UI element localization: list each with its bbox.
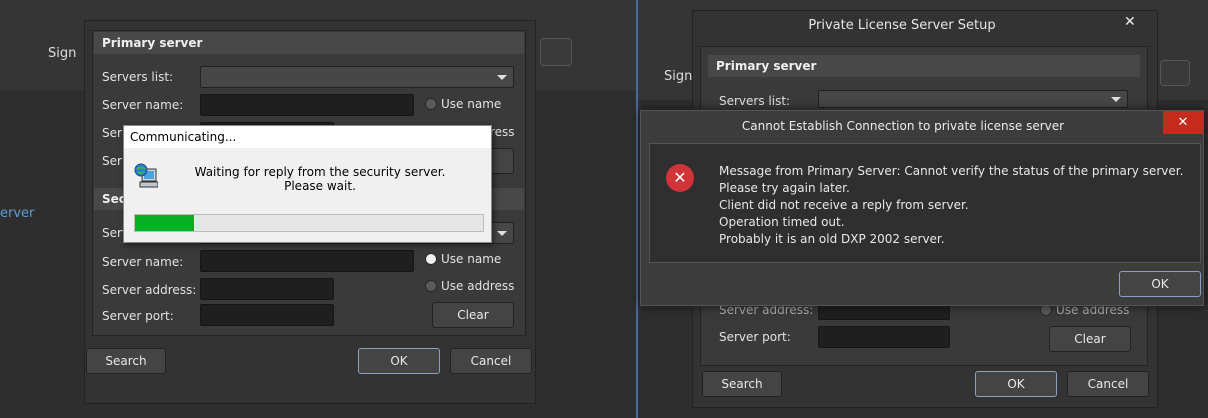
communicating-message-line1: Waiting for reply from the security serv… xyxy=(194,165,446,179)
side-nav-server-link[interactable]: erver xyxy=(0,206,34,221)
cancel-button[interactable]: Cancel xyxy=(450,348,532,374)
right-server-port-label: Server port: xyxy=(719,330,791,344)
ok-button[interactable]: OK xyxy=(358,348,440,374)
right-servers-list-combo[interactable] xyxy=(818,90,1128,108)
error-message-line: Probably it is an old DXP 2002 server. xyxy=(719,232,945,246)
sign-field[interactable] xyxy=(540,38,572,66)
right-search-button[interactable]: Search xyxy=(702,371,782,397)
secondary-server-name-field[interactable] xyxy=(200,250,414,272)
secondary-use-name-label: Use name xyxy=(441,252,502,266)
primary-servers-list-combo[interactable] xyxy=(200,66,514,88)
right-primary-server-header: Primary server xyxy=(708,55,1140,77)
primary-use-name-radio[interactable] xyxy=(425,98,437,110)
computer-globe-icon xyxy=(134,163,158,188)
chevron-down-icon xyxy=(497,75,507,80)
servers-list-label: Servers list: xyxy=(102,70,174,84)
right-ok-button[interactable]: OK xyxy=(975,371,1057,397)
error-ok-button[interactable]: OK xyxy=(1119,271,1201,297)
error-icon: ✕ xyxy=(666,164,694,192)
progress-fill xyxy=(135,215,195,231)
right-dialog-title: Private License Server Setup xyxy=(808,18,996,33)
right-servers-list-label: Servers list: xyxy=(719,94,791,108)
error-message-line: Client did not receive a reply from serv… xyxy=(719,198,969,212)
communicating-message-line2: Please wait. xyxy=(284,179,356,193)
server-name-label: Server name: xyxy=(102,98,184,112)
right-sign-label: Sign xyxy=(664,69,693,84)
secondary-use-name-radio[interactable] xyxy=(425,253,437,265)
primary-use-name-label: Use name xyxy=(441,97,502,111)
server-address-label: Ser xyxy=(102,126,122,140)
primary-server-name-field[interactable] xyxy=(200,94,414,116)
chevron-down-icon xyxy=(497,231,507,236)
secondary-use-address-radio[interactable] xyxy=(425,280,437,292)
primary-server-header: Primary server xyxy=(94,32,524,54)
secondary-server-port-label: Server port: xyxy=(102,309,174,323)
sign-label: Sign xyxy=(48,46,77,61)
error-dialog-title: Cannot Establish Connection to private l… xyxy=(741,119,1065,133)
right-cancel-button[interactable]: Cancel xyxy=(1067,371,1149,397)
primary-use-address-label: ress xyxy=(490,125,515,139)
search-button[interactable]: Search xyxy=(86,348,166,374)
secondary-clear-button[interactable]: Clear xyxy=(432,302,514,328)
secondary-server-address-field[interactable] xyxy=(200,278,334,300)
right-clear-button[interactable]: Clear xyxy=(1049,326,1131,352)
communicating-dialog: Communicating... Waiting for reply from … xyxy=(123,125,492,243)
communicating-progress-bar xyxy=(134,214,484,232)
right-server-port-field[interactable] xyxy=(818,326,950,348)
pane-splitter[interactable] xyxy=(636,0,638,418)
right-dialog-close-icon[interactable]: ✕ xyxy=(1124,14,1136,30)
secondary-server-port-field[interactable] xyxy=(200,304,334,326)
communicating-dialog-title: Communicating... xyxy=(124,126,491,148)
chevron-down-icon xyxy=(1111,97,1121,102)
secondary-use-address-label: Use address xyxy=(441,279,515,293)
secondary-server-name-label: Server name: xyxy=(102,255,184,269)
error-message-line: Operation timed out. xyxy=(719,215,845,229)
secondary-server-address-label: Server address: xyxy=(102,283,197,297)
error-dialog-close-button[interactable]: ✕ xyxy=(1163,111,1203,134)
error-message-line: Message from Primary Server: Cannot veri… xyxy=(719,164,1184,178)
server-port-label: Ser xyxy=(102,154,122,168)
error-message-line: Please try again later. xyxy=(719,181,850,195)
right-sign-field[interactable] xyxy=(1160,60,1190,86)
